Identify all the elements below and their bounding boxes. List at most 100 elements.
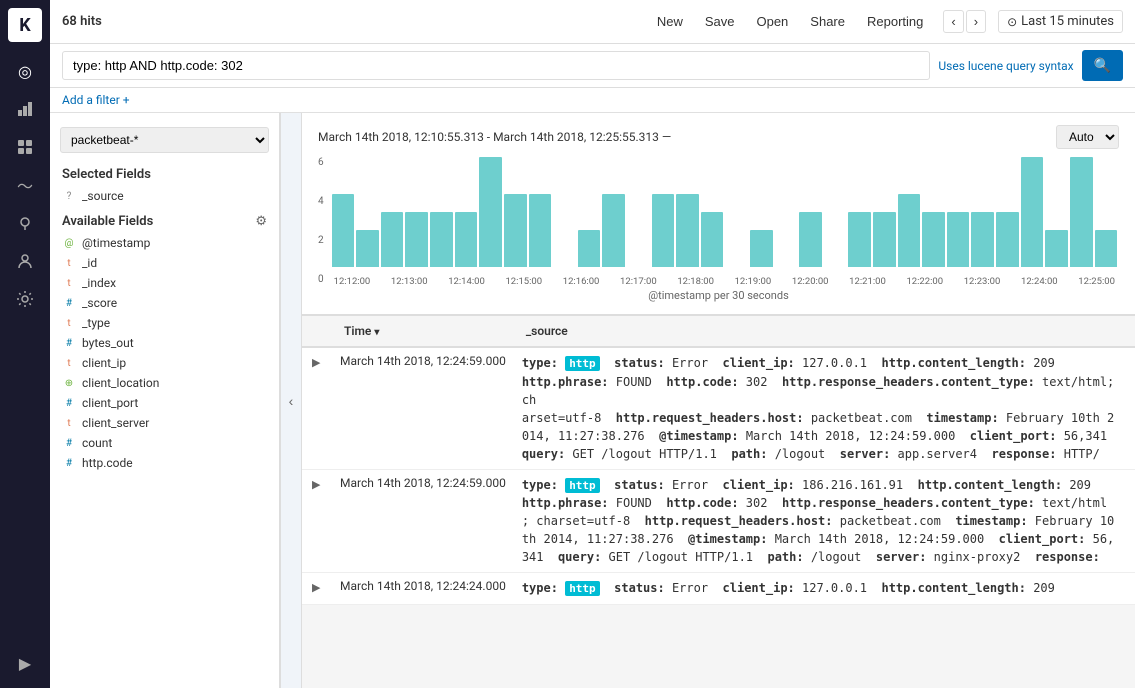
nav-maps[interactable] bbox=[8, 206, 42, 240]
search-button[interactable]: 🔍 bbox=[1082, 50, 1123, 81]
field-id[interactable]: t _id bbox=[50, 253, 279, 273]
y-label-4: 4 bbox=[318, 196, 324, 207]
chart-bar[interactable] bbox=[430, 212, 453, 267]
nav-play[interactable]: ▶ bbox=[8, 646, 42, 680]
chart-bar[interactable] bbox=[356, 230, 379, 267]
selected-field-source[interactable]: ? _source bbox=[50, 186, 279, 206]
open-button[interactable]: Open bbox=[748, 10, 796, 33]
chart-bar[interactable] bbox=[848, 212, 871, 267]
chart-bar[interactable] bbox=[381, 212, 404, 267]
interval-select[interactable]: Auto bbox=[1056, 125, 1119, 149]
hits-count: 68 hits bbox=[62, 14, 122, 29]
field-name: client_server bbox=[82, 416, 149, 430]
share-button[interactable]: Share bbox=[802, 10, 853, 33]
field-type-t-icon: t bbox=[62, 258, 76, 269]
nav-settings[interactable] bbox=[8, 282, 42, 316]
chart-bar[interactable] bbox=[898, 194, 921, 267]
col-time[interactable]: Time ▾ bbox=[332, 316, 514, 348]
row-expand-button[interactable]: ▶ bbox=[310, 476, 322, 493]
field-timestamp[interactable]: @ @timestamp bbox=[50, 233, 279, 253]
chart-bar[interactable] bbox=[1070, 157, 1093, 267]
chart-bar[interactable] bbox=[701, 212, 724, 267]
index-pattern-selector[interactable]: packetbeat-* bbox=[60, 127, 269, 153]
chart-bar[interactable] bbox=[578, 230, 601, 267]
chart-bar[interactable] bbox=[799, 212, 822, 267]
chart-bar[interactable] bbox=[676, 194, 699, 267]
field-client-server[interactable]: t client_server bbox=[50, 413, 279, 433]
field-name: _score bbox=[82, 296, 117, 310]
field-count[interactable]: # count bbox=[50, 433, 279, 453]
chart-bar[interactable] bbox=[504, 194, 527, 267]
field-name: client_location bbox=[82, 376, 159, 390]
field-client-ip[interactable]: t client_ip bbox=[50, 353, 279, 373]
nav-visualize[interactable] bbox=[8, 92, 42, 126]
chart-bar[interactable] bbox=[1045, 230, 1068, 267]
app-logo[interactable]: K bbox=[8, 8, 42, 42]
chart-bar[interactable] bbox=[971, 212, 994, 267]
left-navigation: K ◎ 〜 ▶ bbox=[0, 0, 50, 688]
x-axis-labels: 12:12:00 12:13:00 12:14:00 12:15:00 12:1… bbox=[330, 276, 1119, 287]
chart-bar[interactable] bbox=[652, 194, 675, 267]
chart-bar[interactable] bbox=[922, 212, 945, 267]
time-cell: March 14th 2018, 12:24:59.000 bbox=[332, 347, 514, 469]
field-client-port[interactable]: # client_port bbox=[50, 393, 279, 413]
field-type-t-icon: t bbox=[62, 418, 76, 429]
field-score[interactable]: # _score bbox=[50, 293, 279, 313]
save-button[interactable]: Save bbox=[697, 10, 743, 33]
chart-bar[interactable] bbox=[602, 194, 625, 267]
source-cell: type: http status: Error client_ip: 127.… bbox=[514, 347, 1135, 469]
nav-discover[interactable]: ◎ bbox=[8, 54, 42, 88]
field-type-hash-icon: # bbox=[62, 398, 76, 409]
chart-bar[interactable] bbox=[996, 212, 1019, 267]
time-range-picker[interactable]: ⊙ Last 15 minutes bbox=[998, 10, 1123, 33]
field-name: client_port bbox=[82, 396, 138, 410]
chart-bar[interactable] bbox=[873, 212, 896, 267]
nav-dashboard[interactable] bbox=[8, 130, 42, 164]
nav-user[interactable] bbox=[8, 244, 42, 278]
field-type-hash-icon: # bbox=[62, 458, 76, 469]
available-fields-title: Available Fields bbox=[62, 214, 153, 229]
reporting-button[interactable]: Reporting bbox=[859, 10, 931, 33]
field-client-location[interactable]: ⊕ client_location bbox=[50, 373, 279, 393]
field-bytes-out[interactable]: # bytes_out bbox=[50, 333, 279, 353]
chart-bar[interactable] bbox=[1021, 157, 1044, 267]
y-axis: 6 4 2 0 bbox=[318, 157, 330, 287]
add-filter-link[interactable]: Add a filter + bbox=[62, 93, 130, 107]
chart-bar[interactable] bbox=[455, 212, 478, 267]
table-row: ▶ March 14th 2018, 12:24:59.000 type: ht… bbox=[302, 347, 1135, 469]
field-type-row[interactable]: t _type bbox=[50, 313, 279, 333]
chart-bar[interactable] bbox=[479, 157, 502, 267]
chart-bar[interactable] bbox=[529, 194, 552, 267]
chart-bar[interactable] bbox=[947, 212, 970, 267]
table-row: ▶ March 14th 2018, 12:24:59.000 type: ht… bbox=[302, 469, 1135, 573]
field-http-code[interactable]: # http.code bbox=[50, 453, 279, 473]
lucene-hint[interactable]: Uses lucene query syntax bbox=[938, 59, 1073, 73]
chart-bar[interactable] bbox=[1095, 230, 1118, 267]
next-button[interactable]: › bbox=[966, 10, 986, 33]
filter-bar: Add a filter + bbox=[50, 88, 1135, 113]
gear-icon[interactable]: ⚙ bbox=[255, 214, 267, 229]
search-bar: Uses lucene query syntax 🔍 bbox=[50, 44, 1135, 88]
new-button[interactable]: New bbox=[649, 10, 691, 33]
time-cell: March 14th 2018, 12:24:24.000 bbox=[332, 573, 514, 605]
chart-time-range: March 14th 2018, 12:10:55.313 - March 14… bbox=[318, 130, 671, 144]
time-cell: March 14th 2018, 12:24:59.000 bbox=[332, 469, 514, 573]
chart-bar[interactable] bbox=[332, 194, 355, 267]
bars-container bbox=[330, 157, 1119, 267]
time-range-label: Last 15 minutes bbox=[1021, 14, 1114, 29]
search-input[interactable] bbox=[62, 51, 930, 80]
sidebar-collapse-toggle[interactable]: ‹ bbox=[280, 113, 302, 688]
chart-bar[interactable] bbox=[405, 212, 428, 267]
index-select[interactable]: packetbeat-* bbox=[60, 127, 269, 153]
chart-bar[interactable] bbox=[750, 230, 773, 267]
nav-timelion[interactable]: 〜 bbox=[8, 168, 42, 202]
col-source[interactable]: _source bbox=[514, 316, 1135, 348]
chart-bars-area: 12:12:00 12:13:00 12:14:00 12:15:00 12:1… bbox=[330, 157, 1119, 287]
row-expand-button[interactable]: ▶ bbox=[310, 579, 322, 596]
y-label-0: 0 bbox=[318, 274, 324, 285]
field-type-t-icon: t bbox=[62, 318, 76, 329]
row-expand-button[interactable]: ▶ bbox=[310, 354, 322, 371]
field-name: _type bbox=[82, 316, 110, 330]
field-index[interactable]: t _index bbox=[50, 273, 279, 293]
prev-button[interactable]: ‹ bbox=[943, 10, 963, 33]
